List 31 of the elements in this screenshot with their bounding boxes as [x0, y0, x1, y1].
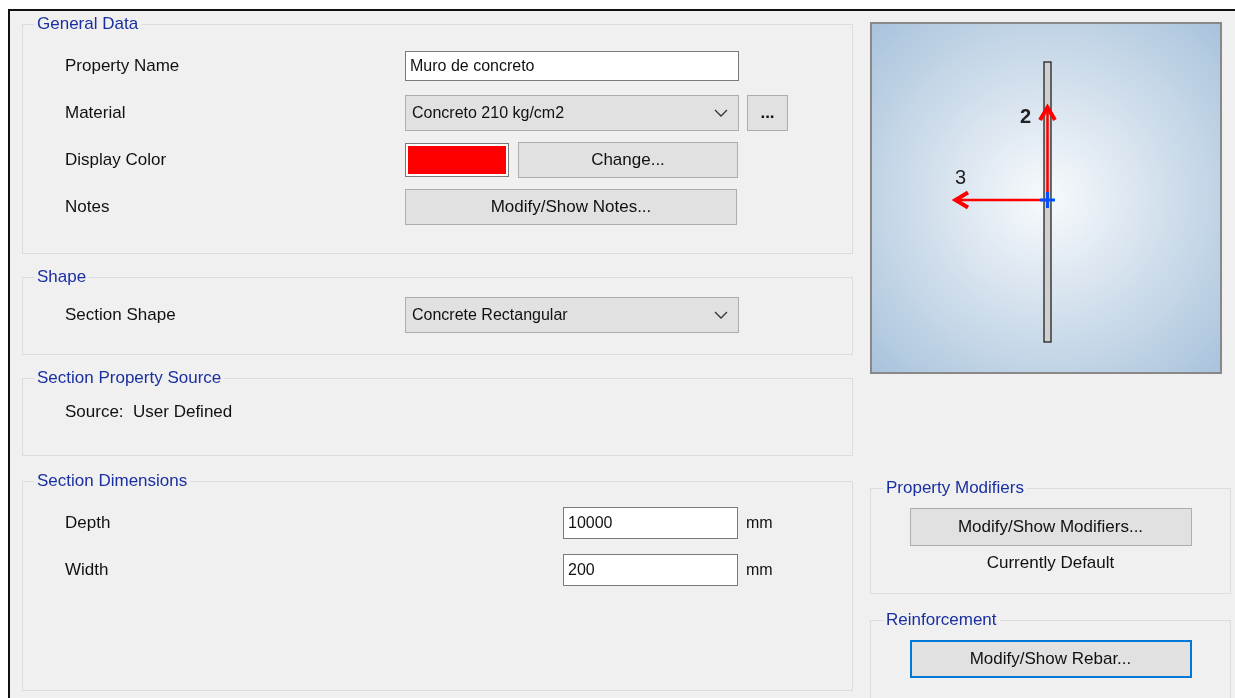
field-label: Depth: [65, 512, 112, 533]
dimension-field[interactable]: 10000: [563, 506, 738, 539]
group-title: General Data: [36, 14, 140, 34]
status-text: Currently Default: [985, 553, 1116, 573]
unit-label: mm: [746, 560, 773, 579]
chevron-down-icon: [714, 108, 728, 117]
field-label: Material: [65, 102, 127, 123]
field-label: Notes: [65, 196, 111, 217]
group-title: Section Dimensions: [36, 471, 189, 491]
group-title: Shape: [36, 267, 88, 287]
property-name-field[interactable]: Muro de concreto: [405, 50, 739, 81]
browse-button[interactable]: ...: [747, 94, 788, 131]
field-label: Width: [65, 559, 110, 580]
notes-button[interactable]: Modify/Show Notes...: [405, 188, 737, 225]
group-title: Reinforcement: [885, 610, 998, 630]
section-preview-drawing: 2 3: [870, 22, 1222, 374]
field-label: Property Name: [65, 55, 181, 76]
change-button[interactable]: Change...: [518, 141, 738, 178]
chevron-down-icon: [714, 310, 728, 319]
rebar-button[interactable]: Modify/Show Rebar...: [909, 640, 1192, 678]
field-label: Display Color: [65, 149, 168, 170]
field-label: Section Shape: [65, 304, 177, 325]
dimension-field[interactable]: 200: [563, 553, 738, 586]
dropdown[interactable]: Concreto 210 kg/cm2: [405, 94, 739, 131]
modifiers-button[interactable]: Modify/Show Modifiers...: [909, 508, 1192, 546]
group-title: Section Property Source: [36, 368, 223, 388]
source-text: Source: User Defined: [65, 401, 234, 422]
dropdown[interactable]: Concrete Rectangular: [405, 296, 739, 333]
unit-label: mm: [746, 513, 773, 532]
group-title: Property Modifiers: [885, 478, 1025, 498]
color-swatch[interactable]: [405, 142, 509, 177]
